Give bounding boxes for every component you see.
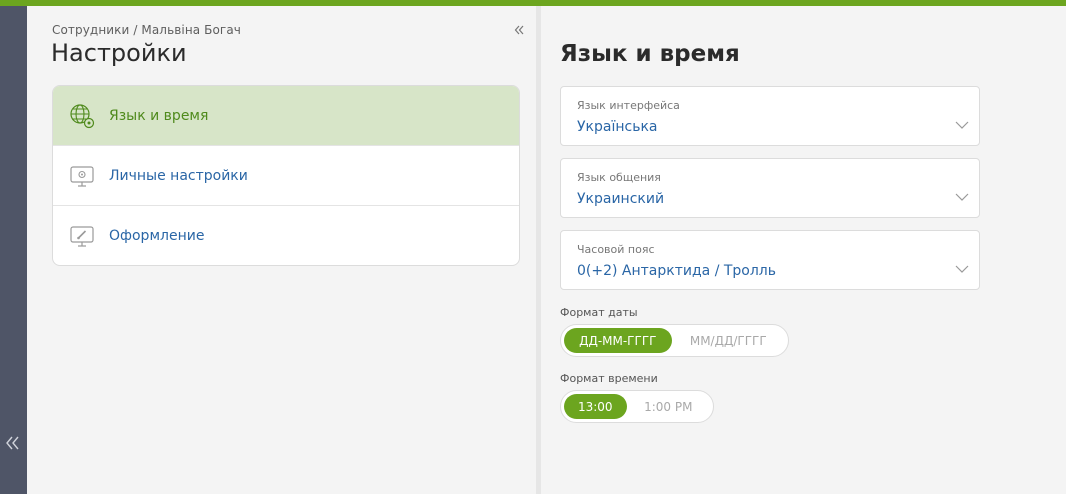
globe-gear-icon [68,102,96,130]
field-value: Українська [577,119,658,135]
settings-nav-panel: Сотрудники / Мальвіна Богач Настройки Яз… [27,6,536,494]
field-value: Украинский [577,191,665,207]
expand-rail-button[interactable] [2,432,24,454]
chevron-down-icon [955,193,969,201]
chevron-down-icon [955,121,969,129]
menu-item-label: Оформление [109,228,205,244]
menu-item-language-time[interactable]: Язык и время [53,86,519,146]
double-chevron-left-icon [514,25,524,35]
date-format-label: Формат даты [560,306,638,319]
page-title: Настройки [51,39,187,67]
monitor-brush-icon [68,222,96,250]
section-title: Язык и время [560,41,740,67]
double-chevron-left-icon [6,436,19,450]
language-time-panel: Язык и время Язык интерфейса Українська … [541,6,1066,494]
field-label: Язык интерфейса [577,99,680,112]
time-format-toggle: 13:00 1:00 PM [560,390,714,423]
menu-item-personal-settings[interactable]: Личные настройки [53,146,519,206]
field-value: 0(+2) Антарктида / Тролль [577,263,777,279]
date-format-toggle: ДД-ММ-ГГГГ ММ/ДД/ГГГГ [560,324,789,357]
date-format-option-dmy[interactable]: ДД-ММ-ГГГГ [564,328,672,353]
chevron-down-icon [955,265,969,273]
menu-item-label: Язык и время [109,107,209,124]
time-format-option-12h[interactable]: 1:00 PM [627,394,710,419]
interface-language-select[interactable]: Язык интерфейса Українська [560,86,980,146]
communication-language-select[interactable]: Язык общения Украинский [560,158,980,218]
left-rail [0,6,27,494]
date-format-option-mdy[interactable]: ММ/ДД/ГГГГ [672,328,785,353]
collapse-panel-button[interactable] [511,22,527,38]
settings-menu: Язык и время Личные настройки Оформление [52,85,520,266]
monitor-gear-icon [68,162,96,190]
time-format-option-24h[interactable]: 13:00 [564,394,627,419]
breadcrumb[interactable]: Сотрудники / Мальвіна Богач [52,23,241,37]
time-format-label: Формат времени [560,372,658,385]
field-label: Часовой пояс [577,243,655,256]
timezone-select[interactable]: Часовой пояс 0(+2) Антарктида / Тролль [560,230,980,290]
menu-item-label: Личные настройки [109,167,248,184]
field-label: Язык общения [577,171,661,184]
menu-item-appearance[interactable]: Оформление [53,206,519,265]
